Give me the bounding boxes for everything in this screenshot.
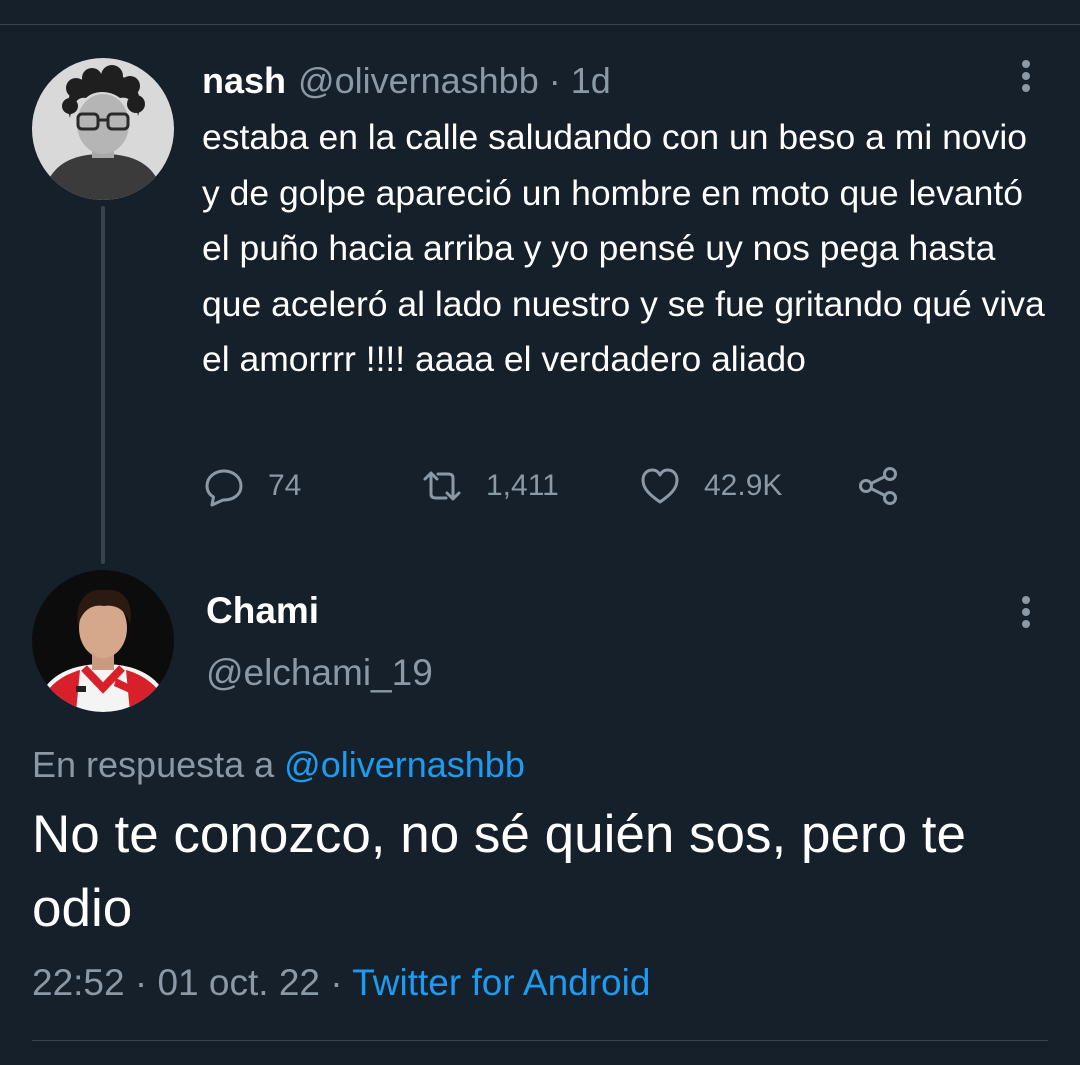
tweet-source-link[interactable]: Twitter for Android [352, 962, 650, 1003]
chami-avatar[interactable] [32, 570, 174, 712]
tweet-date[interactable]: 01 oct. 22 [157, 962, 320, 1003]
user-photo-icon [32, 58, 174, 200]
top-divider [0, 24, 1080, 25]
like-count: 42.9K [704, 469, 783, 502]
reply-tweet-text: No te conozco, no sé quién sos, pero te … [32, 805, 966, 938]
tweet-metadata: 22:52 · 01 oct. 22 · Twitter for Android [32, 960, 650, 1006]
share-icon [859, 467, 897, 505]
more-options-icon[interactable] [1011, 56, 1041, 96]
thread-connector-line [101, 206, 105, 564]
nash-avatar[interactable] [32, 58, 174, 200]
tweet-time[interactable]: 22:52 [32, 962, 125, 1003]
tweet-actions-bar: 74 1,411 42.9K [202, 462, 922, 510]
display-name[interactable]: Chami [206, 588, 319, 634]
like-button[interactable]: 42.9K [638, 462, 782, 510]
user-photo-icon [32, 570, 174, 712]
user-handle[interactable]: @olivernashbb [298, 60, 539, 102]
user-handle[interactable]: @elchami_19 [206, 650, 433, 696]
tweet-time-ago[interactable]: 1d [571, 60, 611, 102]
heart-icon [641, 468, 679, 504]
replying-to-label: En respuesta a [32, 744, 275, 785]
separator-dot: · [134, 962, 148, 1003]
parent-tweet-header: nash @olivernashbb · 1d [202, 58, 611, 104]
tweet-detail-page: nash @olivernashbb · 1d estaba en la cal… [0, 0, 1080, 1065]
separator-dot: · [330, 962, 343, 1003]
replying-to-line: En respuesta a @olivernashbb [32, 742, 525, 788]
reply-button[interactable]: 74 [202, 462, 301, 510]
replying-to-mention-link[interactable]: @olivernashbb [284, 744, 525, 785]
retweet-icon [423, 471, 461, 501]
parent-tweet-text: estaba en la calle saludando con un beso… [202, 117, 1045, 379]
retweet-button[interactable]: 1,411 [420, 462, 559, 510]
more-options-icon[interactable] [1011, 592, 1041, 632]
share-button[interactable] [856, 462, 900, 510]
display-name[interactable]: nash [202, 60, 286, 102]
separator-dot: · [548, 60, 561, 101]
bottom-divider [32, 1040, 1048, 1041]
reply-count: 74 [268, 469, 302, 502]
retweet-count: 1,411 [486, 469, 559, 502]
reply-icon [205, 469, 243, 507]
